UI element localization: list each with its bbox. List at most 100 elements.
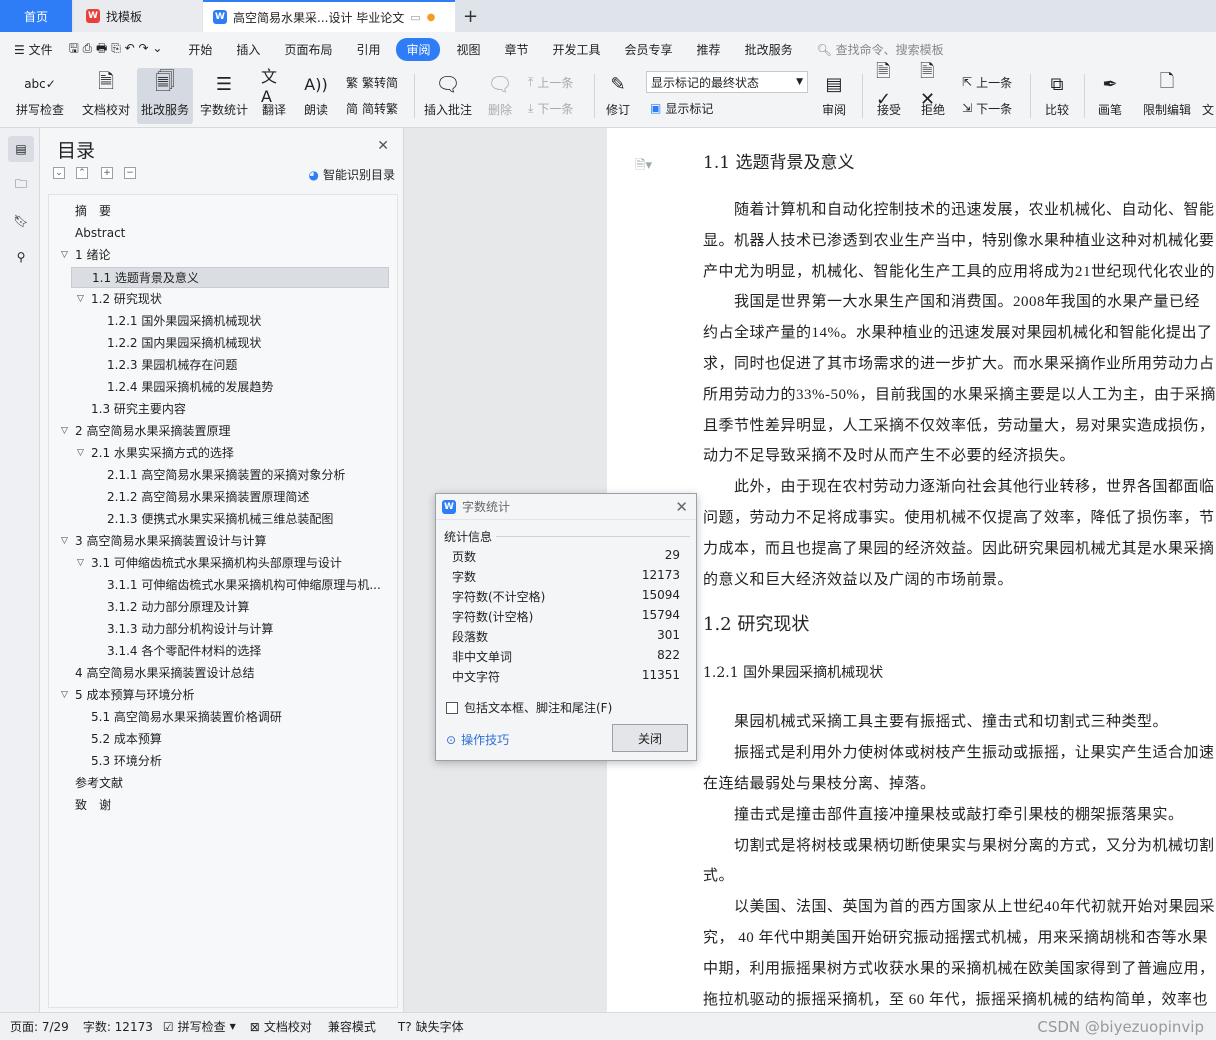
add-heading-icon[interactable]: +: [101, 167, 113, 179]
include-textbox-checkbox[interactable]: 包括文本框、脚注和尾注(F): [446, 699, 612, 716]
toc-item[interactable]: 2.1.3 便携式水果实采摘机械三维总装配图: [49, 509, 397, 530]
toc-nav-icon[interactable]: ▤: [8, 136, 34, 162]
tab-home[interactable]: 首页: [0, 0, 72, 32]
search-icon[interactable]: ⚲: [8, 244, 34, 270]
toc-item[interactable]: ▽ 1 绪论: [49, 245, 397, 266]
dialog-titlebar[interactable]: W 字数统计: [436, 494, 696, 520]
chevron-down-icon[interactable]: ▽: [61, 685, 68, 706]
spell-check-status[interactable]: ☑ 拼写检查 ▼: [163, 1018, 236, 1035]
word-count-button[interactable]: ☰ 字数统计: [196, 68, 252, 124]
remove-heading-icon[interactable]: −: [124, 167, 136, 179]
paragraph-icon[interactable]: 🗎▾: [635, 156, 652, 178]
chevron-down-icon[interactable]: ▽: [77, 553, 84, 574]
toc-item[interactable]: 参考文献: [49, 773, 397, 794]
track-changes-button[interactable]: ✎ 修订: [598, 68, 638, 124]
toc-item[interactable]: ▽ 3.1 可伸缩齿梳式水果采摘机构头部原理与设计: [49, 553, 397, 574]
compat-mode-status[interactable]: 兼容模式: [328, 1018, 376, 1035]
word-count-status[interactable]: 字数: 12173: [83, 1018, 153, 1035]
next-change-button[interactable]: ⇲ 下一条: [962, 98, 1012, 118]
next-comment-button[interactable]: ⤓ 下一条: [528, 98, 573, 118]
trad-to-simp-button[interactable]: 繁繁转简: [346, 72, 398, 92]
prev-comment-button[interactable]: ⤒ 上一条: [528, 72, 573, 92]
close-icon[interactable]: ✕: [377, 138, 389, 154]
toc-item[interactable]: 5.3 环境分析: [49, 751, 397, 772]
toc-item[interactable]: 3.1.4 各个零配件材料的选择: [49, 641, 397, 662]
compare-button[interactable]: ⧉ 比较: [1036, 68, 1078, 124]
more-ribbon-button[interactable]: 文: [1200, 68, 1216, 124]
toc-item[interactable]: 2.1.1 高空简易水果采摘装置的采摘对象分析: [49, 465, 397, 486]
menu-review[interactable]: 审阅: [396, 37, 441, 61]
toc-item[interactable]: ▽ 2 高空简易水果采摘装置原理: [49, 421, 397, 442]
toc-item[interactable]: 3.1.3 动力部分机构设计与计算: [49, 619, 397, 640]
chevron-down-icon[interactable]: ▽: [61, 421, 68, 442]
tab-templates[interactable]: W 找模板: [74, 0, 202, 32]
menu-devtools[interactable]: 开发工具: [541, 41, 613, 58]
reject-button[interactable]: 🗎✕ 拒绝: [912, 61, 954, 124]
chevron-down-icon[interactable]: ▽: [77, 289, 84, 310]
spell-check-button[interactable]: abc✓ 拼写检查: [8, 68, 72, 124]
command-search[interactable]: 🔍︎ 查找命令、搜索模板: [805, 41, 956, 58]
tab-document[interactable]: W 高空简易水果采...设计 毕业论文 ▭ ●: [203, 0, 455, 32]
document-page[interactable]: 🗎▾ 1.1 选题背景及意义 随着计算机和自动化控制技术的迅速发展，农业机械化、…: [607, 128, 1216, 1012]
toc-item[interactable]: 1.3 研究主要内容: [49, 399, 397, 420]
toc-item[interactable]: 5.2 成本预算: [49, 729, 397, 750]
chapter-nav-icon[interactable]: 🗀: [8, 172, 34, 198]
proofread-button[interactable]: 🗎 文档校对: [76, 68, 136, 124]
toc-item[interactable]: 摘 要: [49, 201, 397, 222]
toc-item[interactable]: 3.1.1 可伸缩齿梳式水果采摘机构可伸缩原理与机...: [49, 575, 397, 596]
checkbox-box[interactable]: [446, 701, 458, 714]
menu-correction[interactable]: 批改服务: [733, 41, 805, 58]
close-dialog-button[interactable]: 关闭: [612, 724, 688, 752]
menu-reference[interactable]: 引用: [344, 41, 392, 58]
show-markup-button[interactable]: ▣ 显示标记: [650, 98, 713, 118]
toc-item[interactable]: 2.1.2 高空简易水果采摘装置原理简述: [49, 487, 397, 508]
chevron-down-icon[interactable]: ▽: [77, 443, 84, 464]
insert-comment-button[interactable]: 🗨 插入批注: [420, 68, 476, 124]
read-aloud-button[interactable]: A)) 朗读: [298, 68, 334, 124]
toc-item[interactable]: 1.2.1 国外果园采摘机械现状: [49, 311, 397, 332]
simp-to-trad-button[interactable]: 简简转繁: [346, 98, 398, 118]
toc-item[interactable]: 1.2.4 果园采摘机械的发展趋势: [49, 377, 397, 398]
menu-chapter[interactable]: 章节: [493, 41, 541, 58]
chevron-down-icon[interactable]: ▽: [61, 531, 68, 552]
toc-item[interactable]: 3.1.2 动力部分原理及计算: [49, 597, 397, 618]
new-tab-icon[interactable]: +: [463, 6, 478, 27]
menu-layout[interactable]: 页面布局: [272, 41, 344, 58]
toc-item[interactable]: 致 谢: [49, 795, 397, 816]
prev-change-button[interactable]: ⇱ 上一条: [962, 72, 1012, 92]
quick-access-icons[interactable]: 🖫 ⎙ 🖶 ⎘ ↶ ↷ ⌄: [65, 39, 167, 60]
chevron-down-icon[interactable]: ▽: [61, 245, 68, 266]
menu-start[interactable]: 开始: [176, 41, 224, 58]
smart-toc-button[interactable]: ◕ 智能识别目录: [309, 166, 396, 183]
review-pane-button[interactable]: ▤ 审阅: [812, 68, 856, 124]
collapse-all-icon[interactable]: ⌃: [76, 167, 88, 179]
toc-item[interactable]: ▽ 2.1 水果实采摘方式的选择: [49, 443, 397, 464]
bookmark-icon[interactable]: 🔖︎: [8, 208, 34, 234]
file-menu[interactable]: ☰ 文件: [0, 41, 65, 58]
toc-item[interactable]: 1.2.3 果园机械存在问题: [49, 355, 397, 376]
toc-item[interactable]: 1.2.2 国内果园采摘机械现状: [49, 333, 397, 354]
menu-recommend[interactable]: 推荐: [685, 41, 733, 58]
pen-button[interactable]: ✒ 画笔: [1090, 68, 1130, 124]
menu-insert[interactable]: 插入: [224, 41, 272, 58]
missing-font-status[interactable]: T? 缺失字体: [398, 1018, 464, 1035]
delete-comment-button[interactable]: 🗨 删除: [480, 68, 520, 124]
markup-state-select[interactable]: 显示标记的最终状态 ▼: [646, 71, 808, 93]
translate-button[interactable]: 文A 翻译: [254, 67, 294, 124]
expand-all-icon[interactable]: ⌄: [53, 167, 65, 179]
page-indicator[interactable]: 页面: 7/29: [10, 1018, 69, 1035]
proofread-status[interactable]: ⊠ 文档校对: [250, 1018, 312, 1035]
toc-item[interactable]: 5.1 高空简易水果采摘装置价格调研: [49, 707, 397, 728]
restrict-edit-button[interactable]: 🗋 限制编辑: [1138, 68, 1196, 124]
toc-item[interactable]: ▽ 5 成本预算与环境分析: [49, 685, 397, 706]
close-icon[interactable]: ✕: [675, 498, 688, 516]
correction-service-button[interactable]: 🗐 批改服务: [137, 68, 193, 124]
accept-button[interactable]: 🗎✓ 接受: [868, 61, 910, 124]
menu-member[interactable]: 会员专享: [613, 41, 685, 58]
toc-item[interactable]: 1.1 选题背景及意义: [71, 267, 389, 288]
toc-item[interactable]: ▽ 1.2 研究现状: [49, 289, 397, 310]
tab-window-icon[interactable]: ▭: [410, 11, 420, 24]
toc-item[interactable]: Abstract: [49, 223, 397, 244]
menu-view[interactable]: 视图: [444, 41, 492, 58]
toc-item[interactable]: 4 高空简易水果采摘装置设计总结: [49, 663, 397, 684]
